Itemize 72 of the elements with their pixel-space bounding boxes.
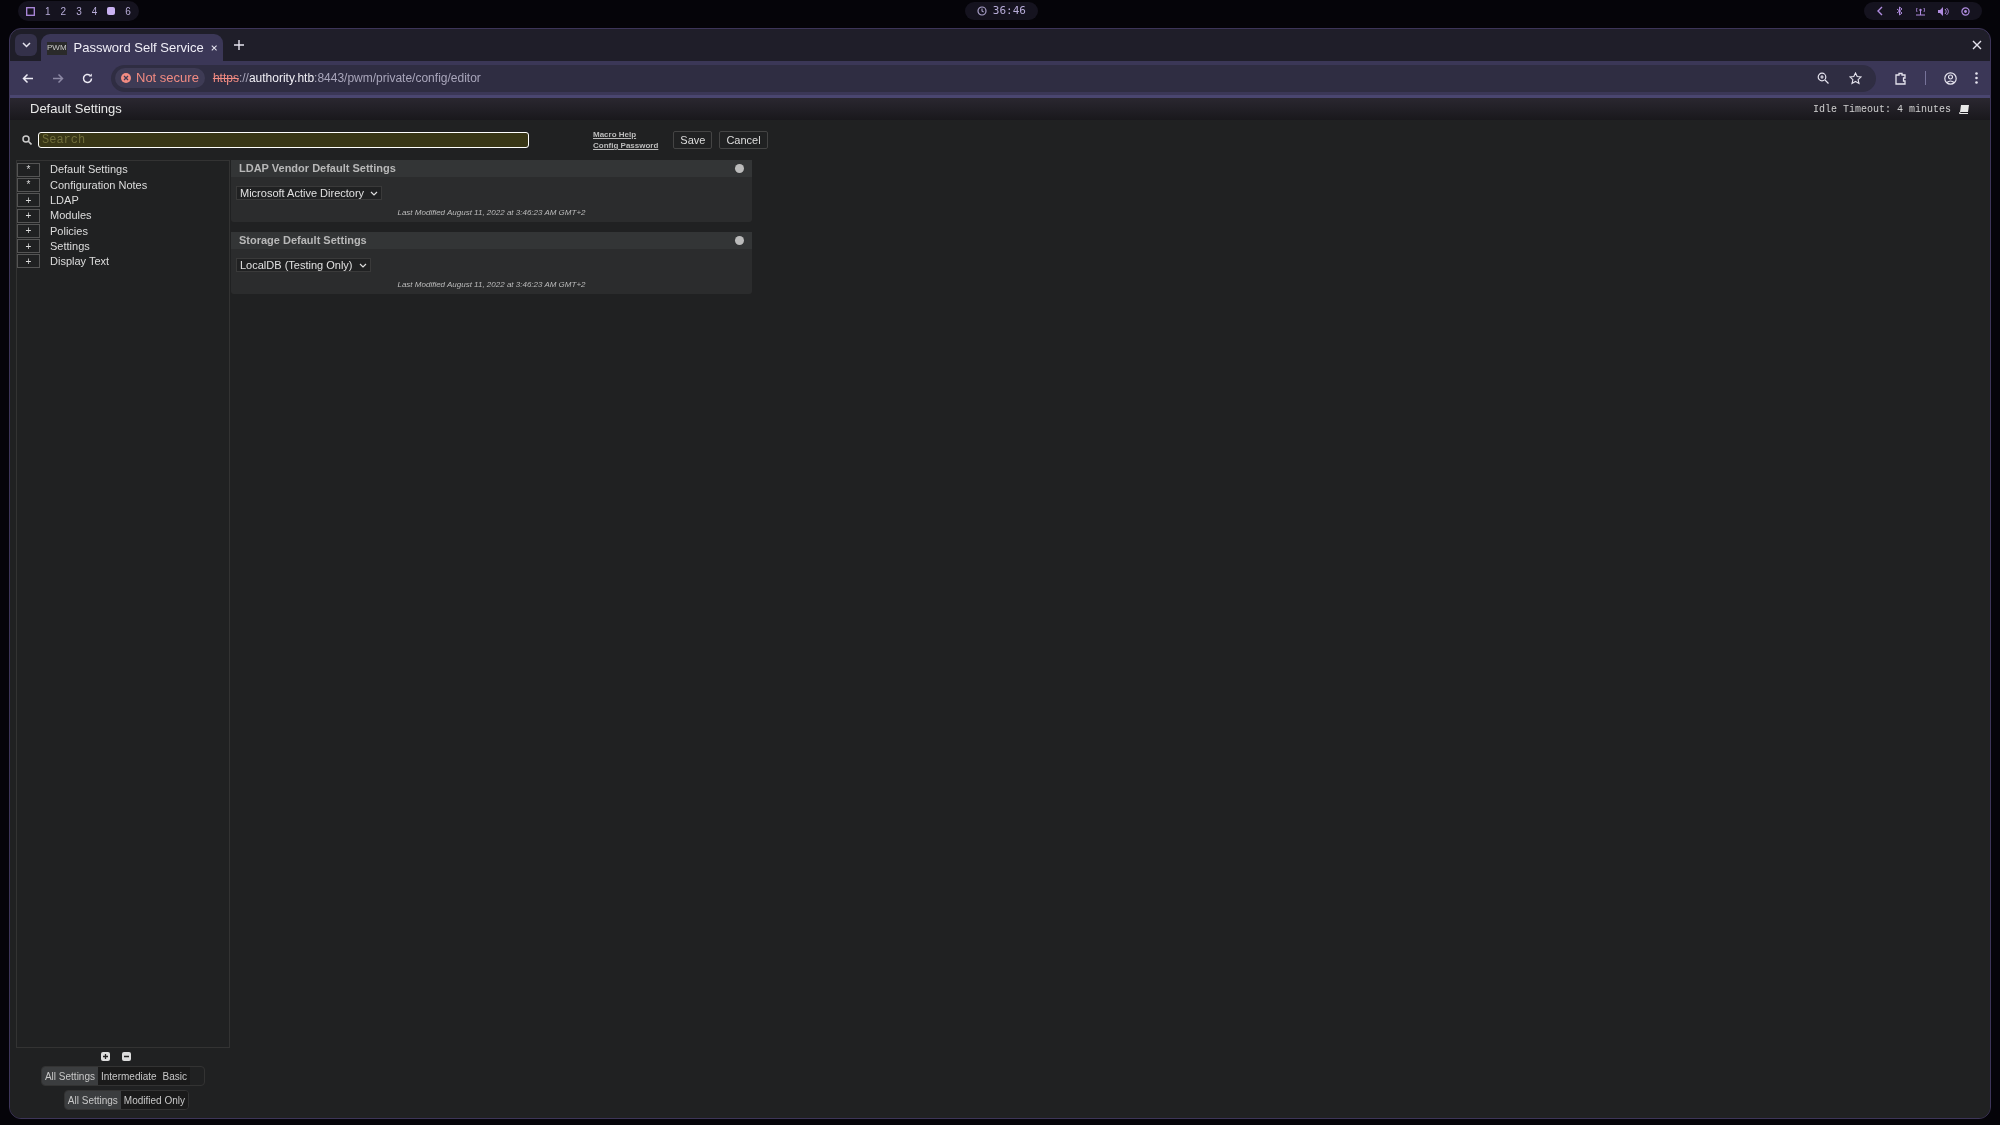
- filter-toggle[interactable]: Basic: [159, 1067, 191, 1085]
- chevron-down-icon: [370, 190, 379, 196]
- expand-all-icon[interactable]: [101, 1052, 110, 1061]
- last-modified-text: Last Modified August 11, 2022 at 3:46:23 AM GMT+2: [396, 279, 587, 291]
- select-dropdown[interactable]: Microsoft Active Directory: [236, 186, 383, 201]
- workspace-number[interactable]: 3: [76, 3, 82, 19]
- tree-item[interactable]: Default Settings: [50, 161, 128, 178]
- back-icon[interactable]: [22, 72, 34, 84]
- extensions-icon[interactable]: [1894, 71, 1907, 85]
- book-icon[interactable]: [1959, 104, 1970, 114]
- network-icon[interactable]: [1915, 6, 1926, 16]
- address-bar[interactable]: Not secure https://authority.htb:8443/pwm/private/config/editor: [111, 64, 1876, 92]
- expander-button[interactable]: +: [17, 208, 40, 223]
- filter-toggle[interactable]: Intermediate: [98, 1067, 160, 1085]
- expander-button[interactable]: *: [17, 177, 40, 192]
- toolbar-button[interactable]: Cancel: [719, 131, 768, 149]
- tree-item[interactable]: Configuration Notes: [50, 176, 148, 194]
- header-title: Default Settings: [30, 100, 122, 119]
- toolbar-button[interactable]: Save: [673, 131, 713, 149]
- expander-button[interactable]: *: [17, 162, 40, 177]
- collapse-all-icon[interactable]: [122, 1052, 131, 1061]
- select-dropdown[interactable]: LocalDB (Testing Only): [236, 258, 371, 273]
- bluetooth-icon[interactable]: [1896, 6, 1903, 16]
- clock-time: 36:46: [992, 2, 1026, 19]
- workspace-number[interactable]: 1: [45, 3, 51, 19]
- workspace-number[interactable]: 6: [125, 3, 131, 19]
- filter-toggle[interactable]: All Settings: [64, 1091, 121, 1109]
- expander-button[interactable]: +: [17, 254, 40, 269]
- favicon: PWM: [47, 41, 67, 55]
- close-icon[interactable]: [1972, 40, 1982, 50]
- help-icon[interactable]: [735, 164, 744, 173]
- volume-icon[interactable]: [1938, 6, 1949, 16]
- new-tab-icon[interactable]: [234, 40, 244, 50]
- power-icon[interactable]: [1961, 6, 1970, 16]
- search-icon: [22, 135, 32, 145]
- expander-button[interactable]: +: [17, 239, 40, 254]
- zoom-icon[interactable]: [1817, 72, 1829, 84]
- workspace-number[interactable]: 4: [91, 3, 98, 19]
- tab-list-button[interactable]: [15, 34, 37, 56]
- chevron-left-icon[interactable]: [1876, 6, 1884, 16]
- last-modified-text: Last Modified August 11, 2022 at 3:46:23 AM GMT+2: [396, 207, 587, 219]
- tree-item[interactable]: LDAP: [50, 192, 79, 209]
- help-icon[interactable]: [735, 236, 744, 245]
- filter-toggle[interactable]: Modified Only: [120, 1091, 188, 1109]
- chevron-down-icon: [21, 42, 31, 48]
- tree-item[interactable]: Display Text: [50, 253, 110, 270]
- star-icon[interactable]: [1849, 71, 1862, 85]
- tree-item[interactable]: Modules: [50, 207, 92, 224]
- close-tab-icon[interactable]: [210, 44, 217, 52]
- expander-button[interactable]: +: [17, 223, 40, 238]
- filter-toggle[interactable]: All Settings: [41, 1067, 98, 1085]
- profile-icon[interactable]: [1944, 71, 1957, 85]
- menu-icon[interactable]: [1975, 72, 1978, 84]
- security-chip[interactable]: Not secure: [115, 68, 205, 88]
- card-title: LDAP Vendor Default Settings: [239, 161, 396, 177]
- warning-icon: [121, 73, 131, 83]
- expander-button[interactable]: +: [17, 193, 40, 208]
- active-workspace-indicator[interactable]: [107, 7, 116, 15]
- browser-tab[interactable]: PWM Password Self Service: [41, 34, 223, 62]
- forward-icon[interactable]: [52, 72, 64, 84]
- link[interactable]: Config Password: [593, 140, 659, 151]
- chevron-down-icon: [358, 262, 367, 268]
- link[interactable]: Macro Help: [593, 129, 659, 140]
- clock-icon: [976, 6, 987, 16]
- url-text: https://authority.htb:8443/pwm/private/config/editor: [212, 70, 481, 87]
- tree-item[interactable]: Policies: [50, 222, 88, 240]
- card-title: Storage Default Settings: [239, 233, 367, 249]
- idle-timeout: Idle Timeout: 4 minutes: [1812, 102, 1951, 117]
- layout-icon[interactable]: [26, 6, 35, 16]
- workspace-number[interactable]: 2: [60, 3, 67, 19]
- tree-item[interactable]: Settings: [50, 237, 90, 255]
- reload-icon[interactable]: [82, 72, 93, 84]
